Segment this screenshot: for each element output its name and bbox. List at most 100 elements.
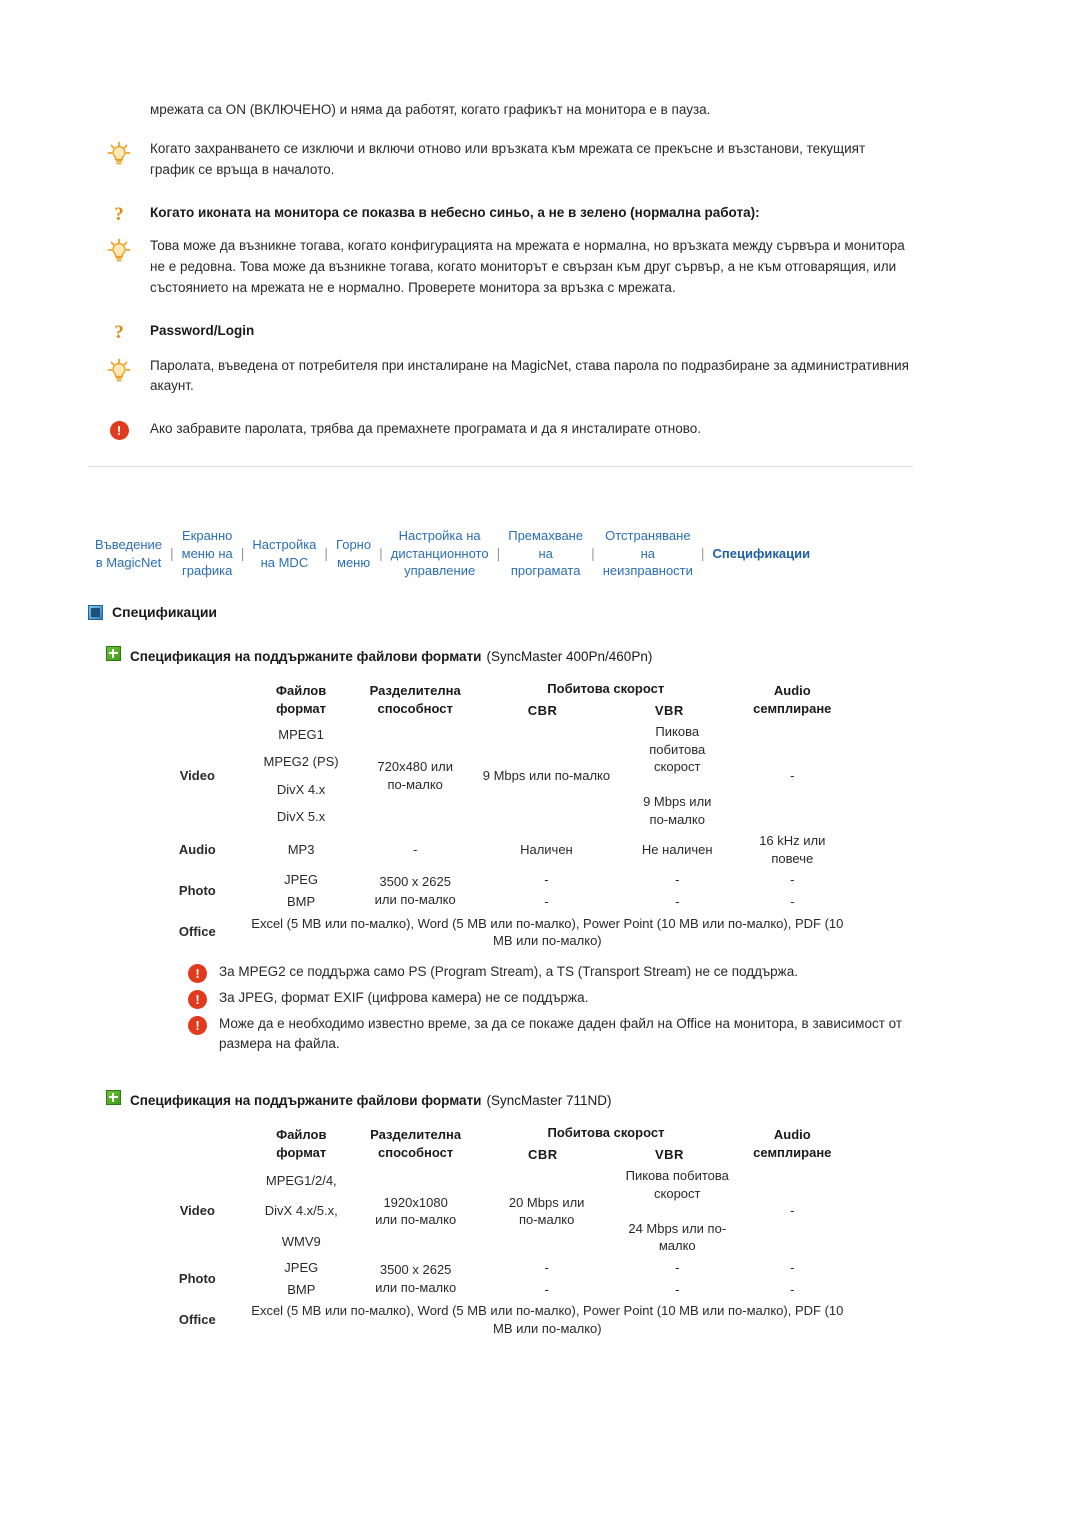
faq-icon-slot <box>88 100 150 102</box>
cell-vbr: - <box>675 894 680 910</box>
faq-text: Паролата, въведена от потребителя при ин… <box>150 357 909 394</box>
header-resolution: Разделителна способност <box>370 1127 462 1160</box>
cell-cbr: 20 Mbps или по-малко <box>508 1194 585 1228</box>
page-title-text: Спецификации <box>112 604 218 621</box>
faq-text: мрежата са ON (ВКЛЮЧЕНО) и няма да работ… <box>150 102 711 117</box>
cell-vbr: - <box>675 1260 680 1275</box>
faq-text: Когато захранването се изключи и включи … <box>150 140 866 177</box>
cell-resolution: 3500 x 2625 или по-малко <box>375 1262 457 1295</box>
header-bitrate: Побитова скорост CBR VBR <box>527 681 684 718</box>
cell-format: BMP <box>287 1281 316 1297</box>
nav-item-osd-graphics[interactable]: Екранно меню на графика <box>175 527 240 580</box>
header-file-format: Файлов формат <box>275 683 327 716</box>
header-vbr: VBR <box>654 702 684 718</box>
row-label-audio: Audio <box>178 842 216 858</box>
breadcrumb-nav: Въведение в MagicNet | Екранно меню на г… <box>88 527 913 580</box>
nav-item-introduction[interactable]: Въведение в MagicNet <box>88 536 169 571</box>
bulb-icon <box>106 141 132 167</box>
nav-item-specifications[interactable]: Спецификации <box>706 545 818 563</box>
header-blank <box>148 1122 247 1165</box>
header-bitrate: Побитова скорост CBR VBR <box>528 1125 684 1162</box>
plus-square-icon <box>106 1090 121 1106</box>
header-blank <box>148 678 247 721</box>
table-row: Audio MP3 - Наличен Не наличен 16 kHz ил… <box>148 830 848 869</box>
subsection-1-title: Спецификация на поддържаните файлови фор… <box>130 649 482 665</box>
note-item: ! За JPEG, формат EXIF (цифрова камера) … <box>188 988 913 1009</box>
question-icon: ? <box>114 203 124 225</box>
row-label-photo: Photo <box>178 883 216 899</box>
row-label-office: Office <box>178 1311 216 1327</box>
cell-format: DivX 5.x <box>276 808 326 824</box>
table-row: Video MPEG1/2/4, 1920x1080 или по-малко … <box>148 1165 848 1253</box>
bulb-icon <box>106 358 132 384</box>
faq-item: Паролата, въведена от потребителя при ин… <box>88 356 913 398</box>
cell-audio: - <box>790 1203 795 1219</box>
subsection-2-title: Спецификация на поддържаните файлови фор… <box>130 1093 482 1109</box>
plus-square-icon <box>106 646 121 662</box>
exclamation-icon: ! <box>188 963 207 983</box>
nav-item-top-menu[interactable]: Горно меню <box>329 536 378 571</box>
faq-item: Когато захранването се изключи и включи … <box>88 139 913 181</box>
cell-cbr: - <box>544 894 549 910</box>
cell-resolution: 3500 x 2625 или по-малко <box>374 874 456 908</box>
cell-cbr: - <box>544 1281 549 1297</box>
header-audio-sampling: Audio семплиране <box>753 1127 832 1160</box>
faq-question-heading: Когато иконата на монитора се показва в … <box>150 204 760 220</box>
nav-item-troubleshooting[interactable]: Отстраняване на неизправности <box>596 527 700 580</box>
cell-cbr: - <box>544 872 549 888</box>
cell-audio: 16 kHz или повече <box>759 833 826 866</box>
cell-format: WMV9 <box>281 1233 321 1249</box>
faq-icon-slot <box>88 356 150 384</box>
faq-item: Това може да възникне тогава, когато кон… <box>88 236 913 299</box>
faq-icon-slot: ! <box>88 419 150 441</box>
faq-icon-slot <box>88 139 150 167</box>
note-text: Може да е необходимо известно време, за … <box>219 1015 903 1051</box>
cell-cbr: Наличен <box>520 842 573 858</box>
cell-format: MPEG1 <box>278 726 324 742</box>
table-row: Video MPEG1 720x480 или по-малко 9 Mbps … <box>148 721 848 827</box>
cell-format: JPEG <box>284 1260 319 1275</box>
nav-item-mdc-setup[interactable]: Настройка на MDC <box>245 536 323 571</box>
table-row: BMP - - - <box>148 1279 848 1301</box>
table-row: Photo JPEG 3500 x 2625 или по-малко - - … <box>148 1257 848 1295</box>
header-file-format: Файлов формат <box>276 1127 327 1160</box>
bulb-icon <box>106 238 132 264</box>
nav-item-uninstall[interactable]: Премахване на програмата <box>501 527 590 580</box>
cell-format: MP3 <box>287 842 315 858</box>
section-divider <box>88 466 913 468</box>
exclamation-icon: ! <box>188 1015 207 1035</box>
cell-vbr: Не наличен <box>641 842 713 858</box>
faq-item: ! Ако забравите паролата, трябва да прем… <box>88 419 913 441</box>
cell-format: DivX 4.x/5.x, <box>264 1203 338 1219</box>
row-label-video: Video <box>179 767 215 783</box>
row-label-office: Office <box>178 924 216 940</box>
faq-question-heading: Password/Login <box>150 322 255 338</box>
table-header-row: Файлов формат Разделителна способност По… <box>148 678 848 721</box>
subsection-2-model: (SyncMaster 711ND) <box>486 1093 612 1109</box>
exclamation-icon: ! <box>109 421 129 441</box>
cell-audio: - <box>790 767 795 783</box>
nav-item-remote-setup[interactable]: Настройка на дистанционното управление <box>384 527 496 580</box>
cell-resolution: 720x480 или по-малко <box>377 759 453 792</box>
subsection-heading-1: Спецификация на поддържаните файлови фор… <box>106 646 913 664</box>
subsection-heading-2: Спецификация на поддържаните файлови фор… <box>106 1090 913 1108</box>
cell-cbr: - <box>544 1260 549 1275</box>
header-vbr: VBR <box>654 1146 684 1162</box>
faq-section: мрежата са ON (ВКЛЮЧЕНО) и няма да работ… <box>88 100 913 468</box>
table-header-row: Файлов формат Разделителна способност По… <box>148 1122 848 1165</box>
cell-audio: - <box>790 1281 795 1297</box>
cell-audio: - <box>790 872 795 888</box>
cell-resolution: 1920x1080 или по-малко <box>375 1194 457 1228</box>
faq-text: Това може да възникне тогава, когато кон… <box>150 237 905 295</box>
cell-vbr: Пикова побитова скорост 24 Mbps или по- … <box>625 1168 729 1254</box>
note-item: ! За MPEG2 се поддържа само PS (Program … <box>188 962 913 983</box>
table-row: BMP - - - <box>148 891 848 913</box>
header-audio-sampling: Audio семплиране <box>753 683 832 716</box>
cell-cbr: 9 Mbps или по-малко <box>482 767 611 783</box>
question-icon: ? <box>114 321 124 343</box>
table-row: Office Excel (5 MB или по-малко), Word (… <box>148 1300 848 1339</box>
cell-audio: - <box>790 1260 795 1275</box>
header-cbr: CBR <box>528 1146 558 1162</box>
cell-format: MPEG1/2/4, <box>265 1172 337 1188</box>
faq-item: мрежата са ON (ВКЛЮЧЕНО) и няма да работ… <box>88 100 913 121</box>
